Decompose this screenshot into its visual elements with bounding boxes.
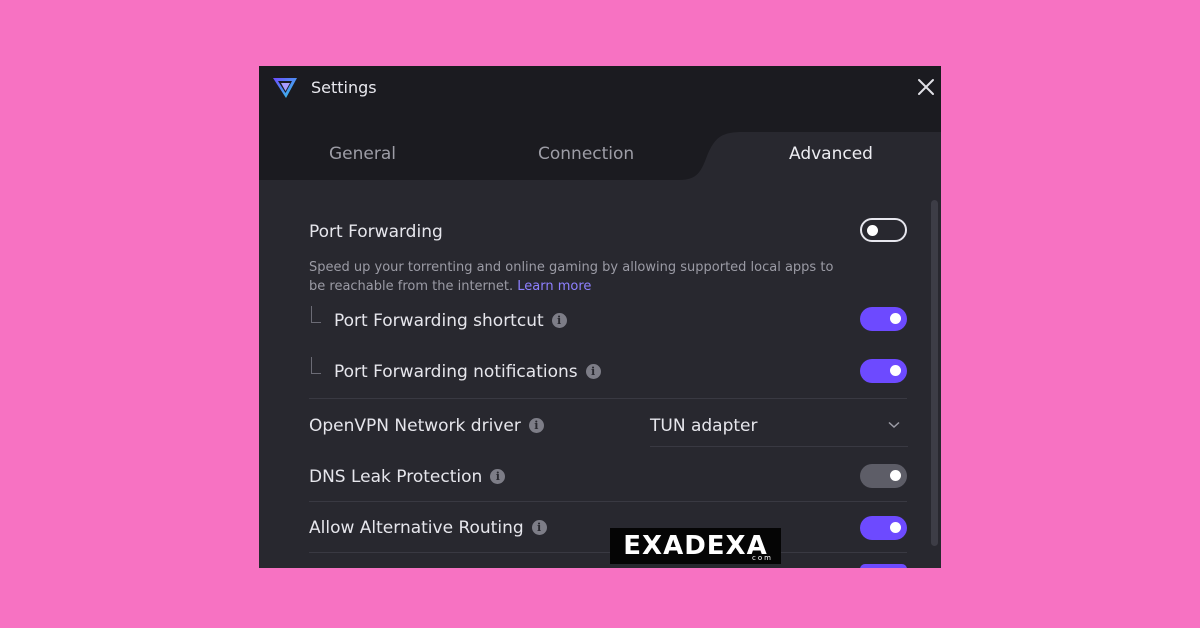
openvpn-driver-select[interactable]: TUN adapter bbox=[650, 412, 908, 446]
vpn-logo-icon bbox=[273, 78, 297, 98]
title-bar: Settings bbox=[259, 66, 941, 108]
openvpn-driver-value: TUN adapter bbox=[650, 416, 758, 436]
port-forwarding-toggle[interactable] bbox=[860, 218, 907, 242]
branch-line bbox=[311, 357, 321, 374]
watermark-logo: EXADEXA com bbox=[610, 528, 781, 564]
branch-line bbox=[311, 306, 321, 323]
settings-content: Port Forwarding Speed up your torrenting… bbox=[259, 180, 941, 568]
learn-more-link[interactable]: Learn more bbox=[517, 279, 591, 294]
next-toggle-partial[interactable] bbox=[860, 564, 907, 568]
toggle-knob bbox=[867, 225, 878, 236]
divider bbox=[309, 398, 907, 399]
watermark-text: EXADEXA bbox=[623, 531, 768, 561]
select-underline bbox=[650, 446, 908, 447]
divider bbox=[309, 552, 907, 553]
port-forwarding-description: Speed up your torrenting and online gami… bbox=[309, 258, 839, 296]
tab-general[interactable]: General bbox=[329, 144, 396, 164]
close-icon[interactable] bbox=[915, 76, 937, 98]
pf-shortcut-toggle[interactable] bbox=[860, 307, 907, 331]
port-forwarding-label: Port Forwarding bbox=[309, 222, 443, 242]
toggle-knob bbox=[890, 470, 901, 481]
tab-bar: General Connection Advanced bbox=[259, 108, 941, 180]
info-icon[interactable]: i bbox=[531, 520, 547, 535]
alt-routing-label: Allow Alternative Routing bbox=[309, 518, 524, 538]
toggle-knob bbox=[890, 522, 901, 533]
divider bbox=[309, 501, 907, 502]
alt-routing-row: Allow Alternative Routing i bbox=[309, 518, 547, 538]
dns-leak-label: DNS Leak Protection bbox=[309, 467, 483, 487]
openvpn-driver-label: OpenVPN Network driver bbox=[309, 416, 521, 436]
tab-connection[interactable]: Connection bbox=[538, 144, 634, 164]
pf-notifications-toggle[interactable] bbox=[860, 359, 907, 383]
settings-window: Settings General Connection Advanced Por… bbox=[259, 66, 941, 568]
pf-shortcut-label: Port Forwarding shortcut bbox=[334, 311, 544, 331]
pf-notifications-label: Port Forwarding notifications bbox=[334, 362, 578, 382]
dns-leak-row: DNS Leak Protection i bbox=[309, 467, 506, 487]
openvpn-driver-row: OpenVPN Network driver i bbox=[309, 416, 544, 436]
info-icon[interactable]: i bbox=[528, 418, 544, 433]
info-icon[interactable]: i bbox=[551, 313, 567, 328]
tab-advanced[interactable]: Advanced bbox=[789, 144, 873, 164]
window-title: Settings bbox=[311, 78, 377, 97]
watermark-sub: com bbox=[752, 554, 773, 562]
pf-shortcut-row: Port Forwarding shortcut i bbox=[334, 311, 567, 331]
chevron-down-icon bbox=[888, 421, 900, 429]
info-icon[interactable]: i bbox=[585, 364, 601, 379]
scrollbar[interactable] bbox=[931, 200, 938, 546]
toggle-knob bbox=[890, 365, 901, 376]
info-icon[interactable]: i bbox=[490, 469, 506, 484]
alt-routing-toggle[interactable] bbox=[860, 516, 907, 540]
dns-leak-toggle[interactable] bbox=[860, 464, 907, 488]
pf-notifications-row: Port Forwarding notifications i bbox=[334, 362, 601, 382]
toggle-knob bbox=[890, 313, 901, 324]
